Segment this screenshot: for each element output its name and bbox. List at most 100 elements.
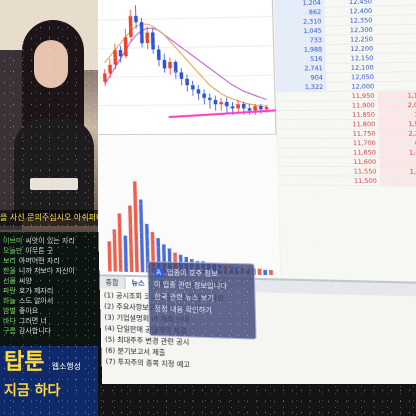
bid-qty-empty xyxy=(376,44,416,53)
candle-body xyxy=(231,106,235,108)
ask-price: 12,200 xyxy=(325,44,376,53)
bid-qty-empty xyxy=(376,24,416,33)
volume-bar xyxy=(124,236,128,272)
candle-body xyxy=(225,102,229,106)
ask-qty: 516 xyxy=(275,55,325,64)
bid-row[interactable]: 11,800 1,530 xyxy=(277,120,416,130)
candle-body xyxy=(151,32,155,49)
bid-qty-empty xyxy=(377,63,416,72)
ma-mid-line xyxy=(104,22,267,107)
popup-line-0: 업종이 호주 정보 xyxy=(167,269,218,278)
ask-list: 1,204 12,450 862 12,400 2,310 12,350 1,045 12,3… xyxy=(274,0,416,92)
chat-nick[interactable]: 보리 xyxy=(3,257,16,265)
chat-message: 오늘만 아무튼 굿 xyxy=(3,246,95,256)
promo-title: 탑툰 xyxy=(4,350,44,376)
bid-qty: 688 xyxy=(379,139,416,147)
bid-price: 11,500 xyxy=(329,176,380,185)
candle-body xyxy=(180,72,184,78)
chat-message: 바다 그러면 너 xyxy=(3,316,95,326)
candle-body xyxy=(253,106,257,110)
bid-qty: 2,064 xyxy=(378,101,416,110)
bid-row[interactable]: 11,700688 xyxy=(278,139,416,149)
chat-nick[interactable]: 한울 xyxy=(3,267,16,275)
stream-caption: 을 사신 문의주십시오 아쉬퍼터 다세요! xyxy=(0,210,98,226)
ask-qty-empty xyxy=(278,167,328,176)
bid-row[interactable]: 11,850745 xyxy=(277,110,416,120)
volume-chart xyxy=(98,135,280,280)
streamer-body xyxy=(14,118,94,218)
order-book[interactable]: 호가 1,20412,45086212,4002,31012,3501,0451… xyxy=(274,0,416,282)
candle-body xyxy=(202,94,206,98)
chat-text: 씨양 xyxy=(19,277,32,285)
chat-text: 아머어떤 자리 xyxy=(19,257,60,265)
chat-message: 하늘 스도 알아서 xyxy=(3,296,95,306)
ask-price: 12,450 xyxy=(324,0,375,7)
bid-qty: 2,217 xyxy=(379,129,416,138)
chat-nick[interactable]: 이브미 xyxy=(3,237,22,245)
ask-price: 12,100 xyxy=(326,63,377,72)
chat-box[interactable]: 이브미 씨앗이 있는 자리 오늘만 아무튼 굿 보리 아머어떤 자리 한울 니까 저보다 자신… xyxy=(0,234,98,346)
grid-line xyxy=(98,75,275,77)
candle-body xyxy=(124,37,128,56)
chat-nick[interactable]: 하늘 xyxy=(3,297,16,305)
volume-bar xyxy=(269,270,273,275)
news-list: (1) 공시조회 코스닥 실적 관련 유의사항(2) 주요사항보고서 자기주식취… xyxy=(100,288,416,383)
bid-qty-empty xyxy=(375,5,416,15)
chat-nick[interactable]: 바다 xyxy=(3,317,16,325)
bid-row[interactable]: 11,750 2,217 xyxy=(277,129,416,139)
info-popup[interactable]: A 업종이 호주 정보 이 업종 관련 정보입니다 한국 관련 뉴스 보기 정정 … xyxy=(147,261,256,339)
bid-qty: 745 xyxy=(378,110,416,119)
volume-chart-pane[interactable] xyxy=(98,134,280,279)
trading-screen: 호가 1,20412,45086212,4002,31012,3501,0451… xyxy=(98,0,416,399)
chat-text: 아무튼 굿 xyxy=(25,247,53,255)
chat-nick[interactable]: 구름 xyxy=(3,327,16,335)
ask-price: 12,250 xyxy=(325,35,376,44)
promo-tagline: 지금 하다 xyxy=(4,380,94,400)
candle-body xyxy=(163,60,167,69)
candle-body xyxy=(242,104,246,108)
chat-message: 선물 씨양 xyxy=(3,276,95,286)
candle-body xyxy=(248,108,252,110)
ask-price: 12,150 xyxy=(326,54,377,63)
price-chart xyxy=(98,0,276,134)
candle-body xyxy=(119,50,123,56)
ask-qty: 2,310 xyxy=(274,17,324,26)
bid-qty: 1,530 xyxy=(378,120,416,129)
volume-bar xyxy=(118,213,123,271)
bid-qty-empty xyxy=(377,82,416,91)
bid-qty-empty xyxy=(376,15,416,24)
chat-text: 감사합니다 xyxy=(19,327,51,335)
chat-text: 스도 알아서 xyxy=(19,297,53,305)
candle-body xyxy=(157,49,161,60)
chat-nick[interactable]: 오늘만 xyxy=(3,247,22,255)
volume-bar xyxy=(128,205,133,272)
chat-nick[interactable]: 밤별 xyxy=(3,307,16,315)
candle-body xyxy=(145,33,149,44)
popup-badge: A xyxy=(153,267,163,277)
ask-qty-empty xyxy=(277,130,327,138)
chat-nick[interactable]: 파란 xyxy=(3,287,16,295)
candle-body xyxy=(185,79,189,85)
chat-nick[interactable]: 선물 xyxy=(3,277,16,285)
promo-subtitle: 웹소행성 xyxy=(52,361,81,372)
bid-price: 11,650 xyxy=(328,148,379,156)
bid-price: 11,750 xyxy=(328,129,379,137)
bid-row[interactable]: 11,500612 xyxy=(279,176,416,186)
bid-row[interactable]: 11,650 1,409 xyxy=(278,148,416,158)
ask-price: 12,000 xyxy=(326,82,377,91)
monitor-bezel xyxy=(98,384,416,416)
price-chart-pane[interactable] xyxy=(98,0,276,134)
promo-banner[interactable]: 탑툰 웹소행성 지금 하다 xyxy=(0,346,98,416)
support-trendline xyxy=(168,110,275,117)
shirt-logo xyxy=(30,178,78,190)
chat-text: 좋아요 xyxy=(19,307,38,315)
volume-bar xyxy=(263,270,267,275)
webcam-feed: 을 사신 문의주십시오 아쉬퍼터 다세요! xyxy=(0,0,98,232)
ask-qty-empty xyxy=(278,148,328,156)
bid-qty-empty xyxy=(376,34,416,43)
ask-qty: 1,322 xyxy=(276,83,326,92)
tab-0[interactable]: 종합 xyxy=(99,276,125,289)
ask-qty: 733 xyxy=(275,36,325,45)
ma-long-line xyxy=(104,26,267,101)
ask-price: 12,400 xyxy=(324,7,375,16)
